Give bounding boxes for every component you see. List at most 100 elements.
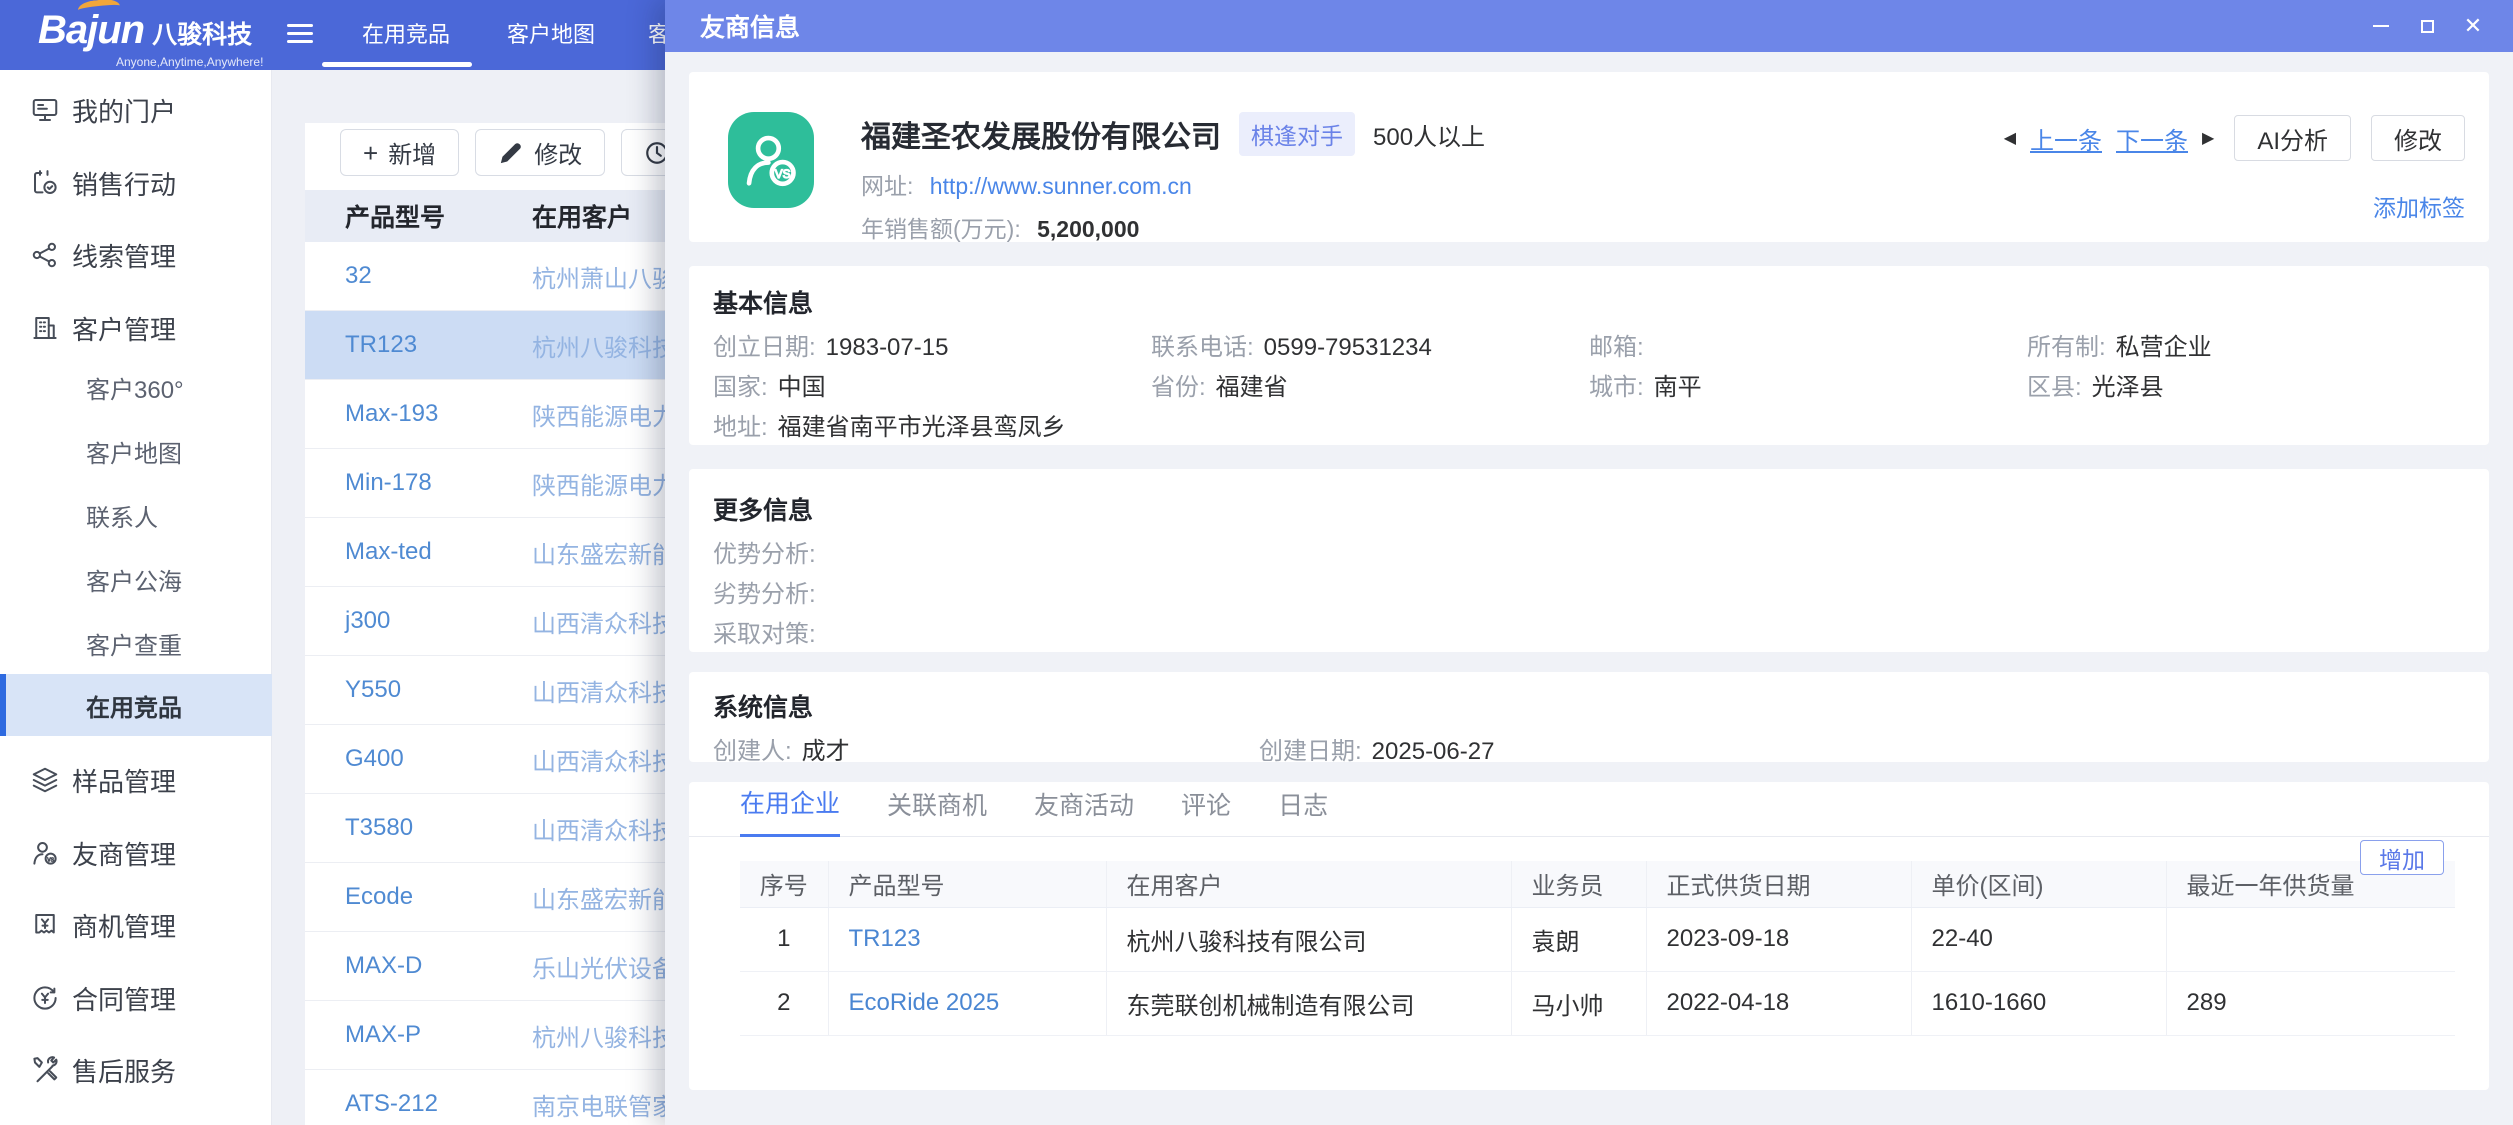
sidebar-label: 售后服务 [72,1052,176,1089]
sidebar-item-my-portal[interactable]: 我的门户 [0,85,272,135]
cell-model-link[interactable]: T3580 [305,814,532,842]
sidebar-sublabel: 在用竞品 [86,688,182,723]
next-arrow-icon[interactable]: ▶ [2202,128,2214,148]
sidebar-item-samples[interactable]: 样品管理 [0,755,272,805]
modify-button[interactable]: 修改 [2371,115,2465,161]
prev-record-link[interactable]: 上一条 [2030,121,2102,156]
cell-model-link[interactable]: MAX-P [305,1021,532,1049]
table-row[interactable]: 2 EcoRide 2025 东莞联创机械制造有限公司 马小帅 2022-04-… [740,971,2455,1035]
cell-model-link[interactable]: Min-178 [305,469,532,497]
sidebar-item-opportunities[interactable]: 商机管理 [0,900,272,950]
related-data-card: 在用企业 关联商机 友商活动 评论 日志 增加 序号 产品型号 在用客户 业务 [689,782,2489,1090]
add-record-button[interactable]: 增加 [2360,840,2444,875]
sidebar-sublabel: 客户地图 [86,434,182,469]
maximize-icon[interactable] [2417,16,2437,36]
company-summary-card: VS 福建圣农发展股份有限公司 棋逢对手 500人以上 网址: http://w… [689,72,2489,242]
company-actions: ◀ 上一条 下一条 ▶ AI分析 修改 添加标签 [2004,115,2465,223]
cell-customer: 杭州八骏科技有限公司 [1106,907,1511,971]
cell-model-link[interactable]: TR123 [305,331,532,359]
sidebar-item-customer-pool[interactable]: 客户公海 [0,554,272,604]
system-info-title: 系统信息 [713,688,2465,724]
topnav-tab-active[interactable]: 在用竞品 [362,0,450,70]
cell-model-link[interactable]: G400 [305,745,532,773]
related-products-table: 序号 产品型号 在用客户 业务员 正式供货日期 单价(区间) 最近一年供货量 1… [740,861,2455,1036]
cell-model-link[interactable]: EcoRide 2025 [828,971,1106,1035]
field-phone: 联系电话:0599-79531234 [1151,328,1589,368]
topnav-tab-2[interactable]: 客户地图 [507,0,595,70]
sidebar-item-leads[interactable]: 线索管理 [0,230,272,280]
sidebar-sublabel: 客户公海 [86,562,182,597]
sidebar-label: 我的门户 [72,92,176,129]
active-indicator-bar [0,674,6,736]
tab-logs[interactable]: 日志 [1278,786,1328,836]
cell-model-link[interactable]: Y550 [305,676,532,704]
app-root: Bajun 八骏科技 Anyone,Anytime,Anywhere! 在用竞品… [0,0,2513,1125]
add-tag-link[interactable]: 添加标签 [2004,189,2465,223]
company-scale: 500人以上 [1373,117,1485,152]
field-address: 地址:福建省南平市光泽县鸾凤乡 [713,408,2465,448]
sidebar-item-after-sales[interactable]: 售后服务 [0,1045,272,1095]
sidebar-item-dedupe[interactable]: 客户查重 [0,618,272,668]
cell-last-year-volume: 289 [2166,971,2455,1035]
cell-model-link[interactable]: 32 [305,262,532,290]
cell-model-link[interactable]: ATS-212 [305,1090,532,1118]
field-countermeasures: 采取对策: [713,615,2465,655]
basic-info-title: 基本信息 [713,284,2465,320]
sidebar-item-active-competing-products[interactable]: 在用竞品 [0,674,272,736]
receipt-yen-icon [30,910,60,940]
building-icon [30,313,60,343]
sidebar-item-sales-action[interactable]: 销售行动 [0,158,272,208]
cell-customer: 东莞联创机械制造有限公司 [1106,971,1511,1035]
close-icon[interactable]: ✕ [2463,16,2483,36]
sidebar-item-customer-mgmt[interactable]: 客户管理 [0,303,272,353]
sidebar-item-competitors[interactable]: vs 友商管理 [0,828,272,878]
calendar-check-icon [30,168,60,198]
col-customer: 在用客户 [1106,861,1511,907]
circle-yen-icon [30,983,60,1013]
col-model: 产品型号 [828,861,1106,907]
logo-tagline: Anyone,Anytime,Anywhere! [116,55,263,69]
field-strength-analysis: 优势分析: [713,535,2465,575]
cell-model-link[interactable]: MAX-D [305,952,532,980]
cell-seq: 2 [740,971,828,1035]
column-header-model: 产品型号 [305,198,532,234]
cell-model-link[interactable]: Ecode [305,883,532,911]
col-seq: 序号 [740,861,828,907]
table-header-row: 序号 产品型号 在用客户 业务员 正式供货日期 单价(区间) 最近一年供货量 [740,861,2455,907]
sidebar-sublabel: 客户查重 [86,626,182,661]
cell-model-link[interactable]: TR123 [828,907,1106,971]
company-name: 福建圣农发展股份有限公司 [861,112,1221,156]
window-controls: ✕ [2371,16,2513,36]
tab-active-enterprises[interactable]: 在用企业 [740,784,840,837]
tab-comments[interactable]: 评论 [1181,786,1231,836]
field-email: 邮箱: [1589,328,2027,368]
menu-hamburger-icon[interactable] [287,24,313,46]
cell-model-link[interactable]: Max-193 [305,400,532,428]
table-row[interactable]: 1 TR123 杭州八骏科技有限公司 袁朗 2023-09-18 22-40 [740,907,2455,971]
minimize-icon[interactable] [2371,16,2391,36]
ai-analysis-button[interactable]: AI分析 [2234,115,2351,161]
sidebar-item-customer-map[interactable]: 客户地图 [0,426,272,476]
sidebar-item-customer-360[interactable]: 客户360° [0,362,272,412]
cell-model-link[interactable]: Max-ted [305,538,532,566]
cell-last-year-volume [2166,907,2455,971]
sidebar-label: 合同管理 [72,980,176,1017]
app-logo: Bajun 八骏科技 Anyone,Anytime,Anywhere! [38,8,263,69]
prev-arrow-icon[interactable]: ◀ [2004,128,2016,148]
sidebar-item-contracts[interactable]: 合同管理 [0,973,272,1023]
cell-price-range: 1610-1660 [1911,971,2166,1035]
tab-competitor-activities[interactable]: 友商活动 [1034,786,1134,836]
add-button[interactable]: + 新增 [340,129,459,176]
basic-info-card: 基本信息 创立日期:1983-07-15 联系电话:0599-79531234 … [689,266,2489,445]
next-record-link[interactable]: 下一条 [2116,121,2188,156]
system-info-card: 系统信息 创建人:成才 创建日期:2025-06-27 [689,672,2489,762]
annual-sales-label: 年销售额(万元): [861,216,1021,242]
edit-button[interactable]: 修改 [475,129,605,176]
tab-related-opportunities[interactable]: 关联商机 [887,786,987,836]
cell-model-link[interactable]: j300 [305,607,532,635]
add-button-label: 新增 [388,135,436,170]
annual-sales-value: 5,200,000 [1037,216,1139,242]
tools-icon [30,1055,60,1085]
website-link[interactable]: http://www.sunner.com.cn [930,173,1192,199]
sidebar-item-contacts[interactable]: 联系人 [0,490,272,540]
